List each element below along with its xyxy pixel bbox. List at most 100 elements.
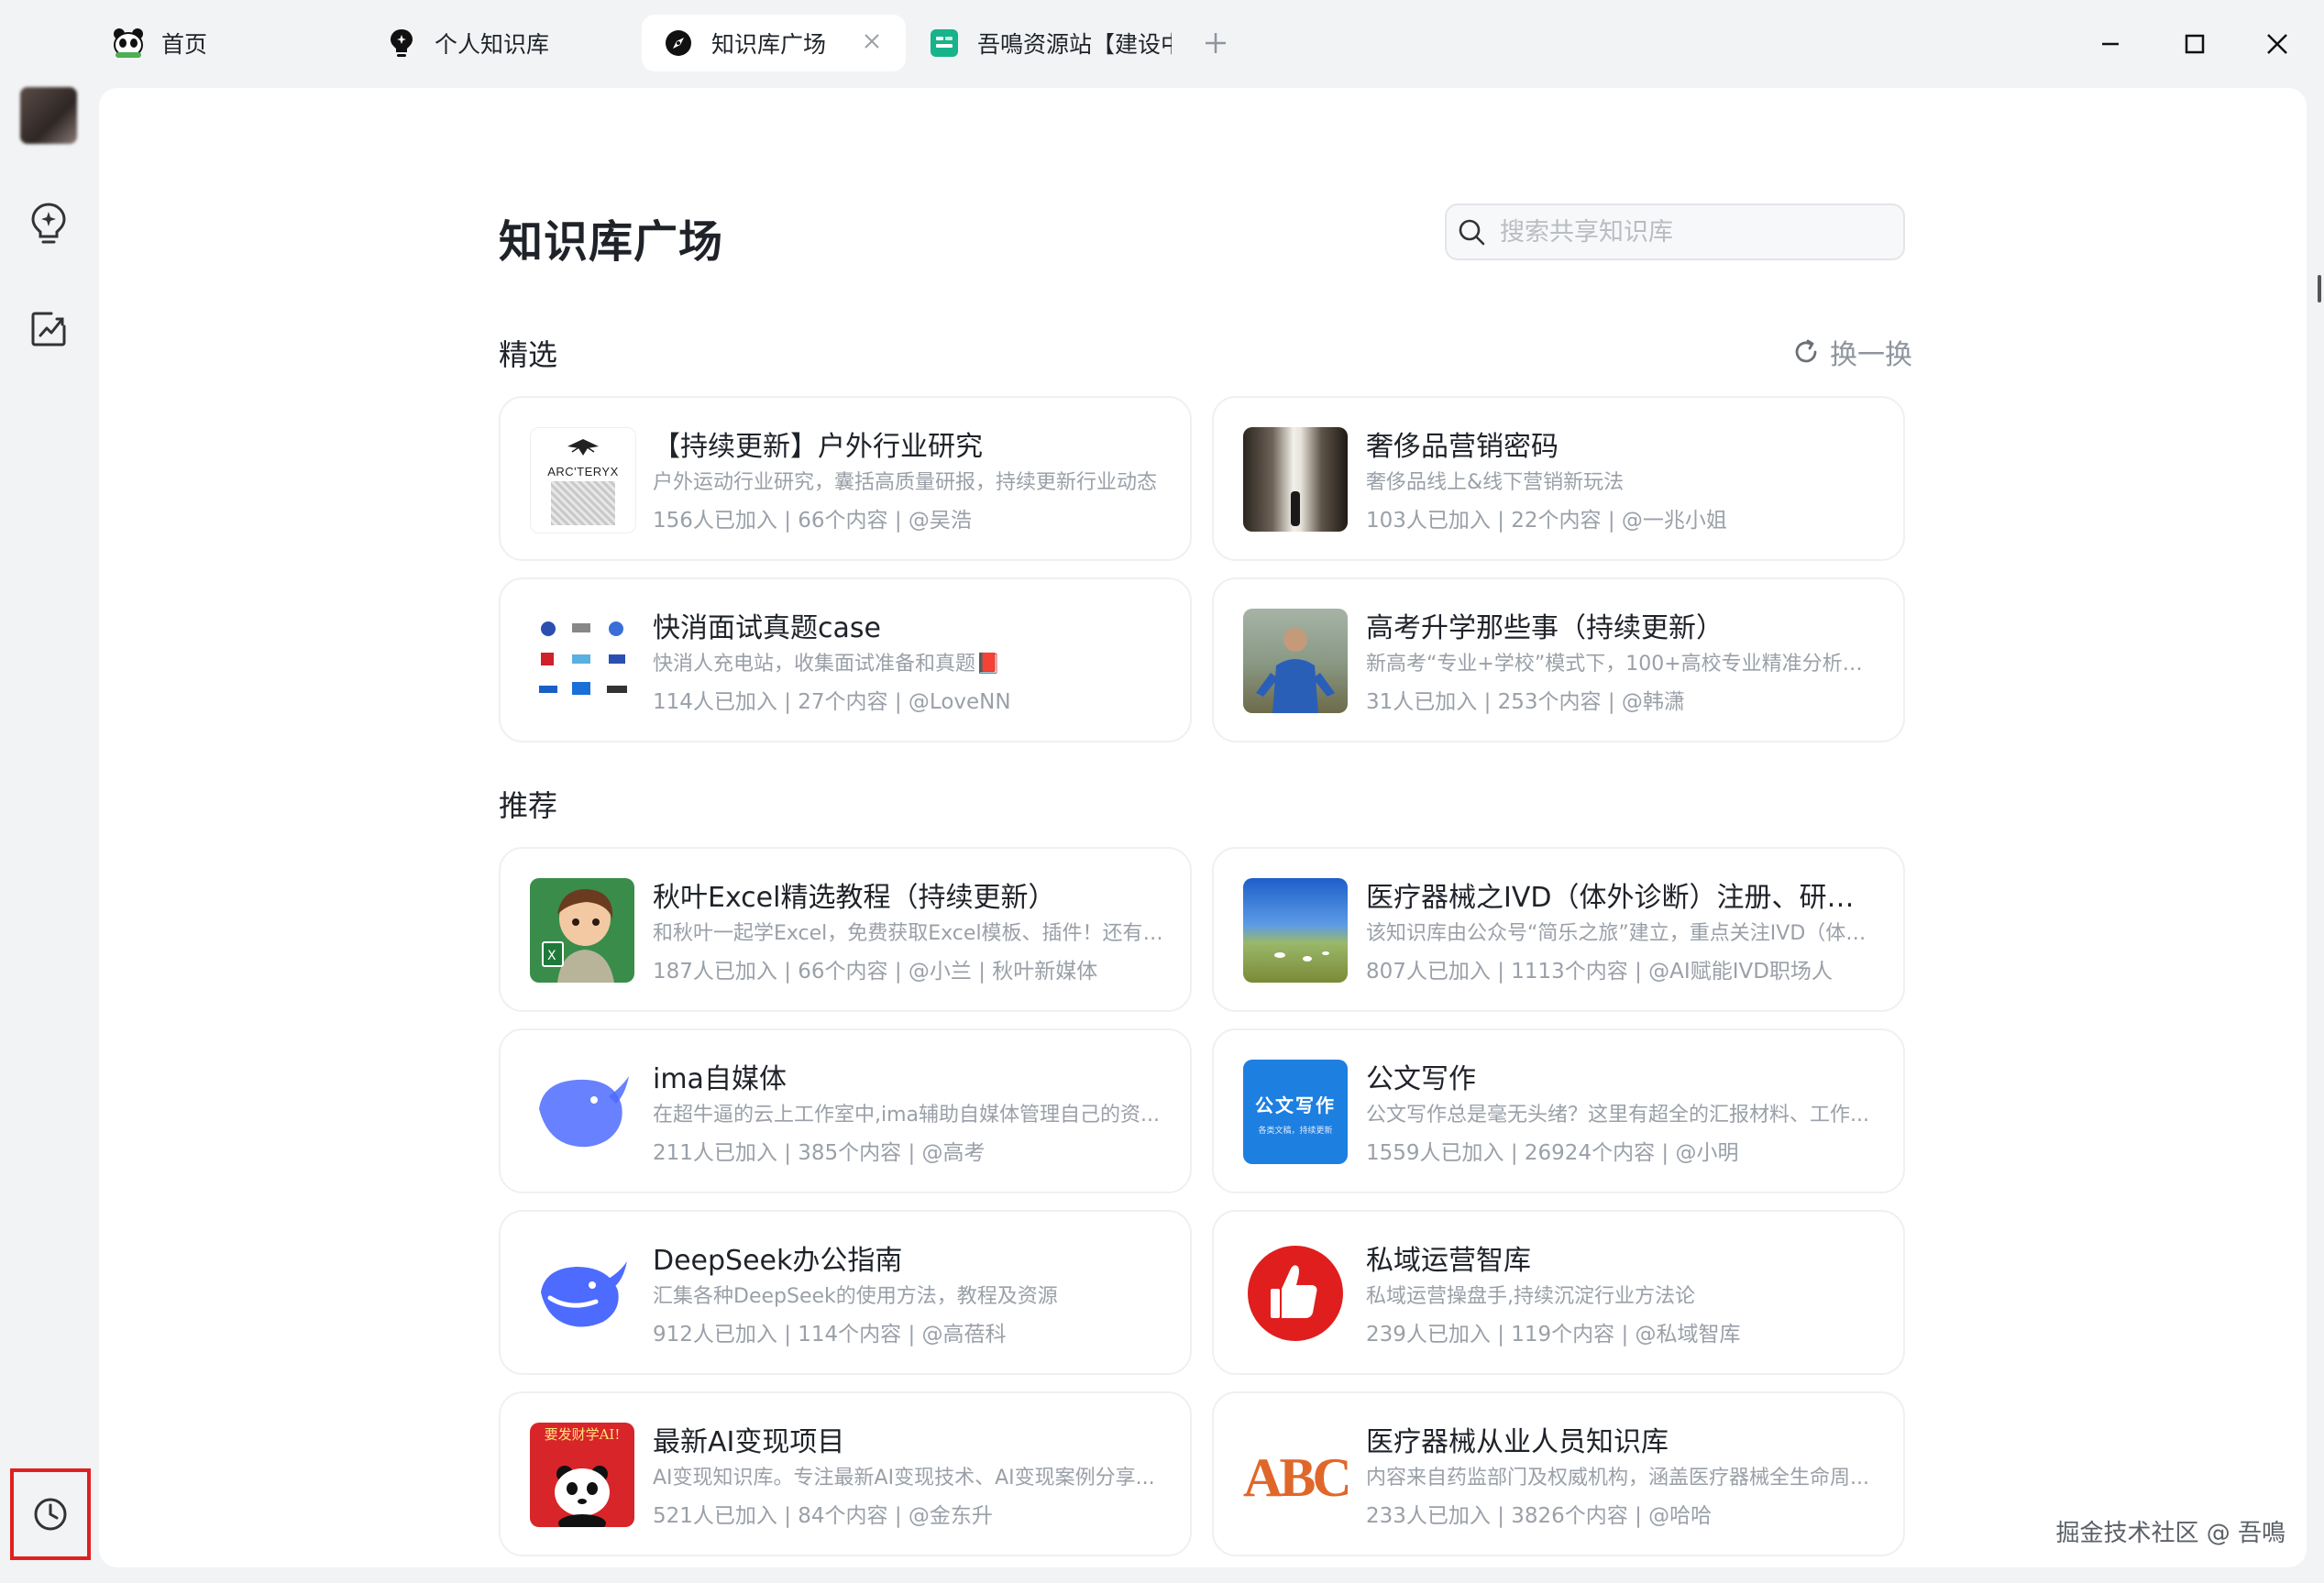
thumbs-up-icon (1248, 1246, 1343, 1341)
kb-thumbnail (530, 1241, 634, 1346)
kb-title: 公文写作 (1366, 1063, 1476, 1095)
kb-title: 【持续更新】户外行业研究 (653, 431, 983, 463)
kb-thumbnail (1243, 427, 1348, 532)
kb-meta: 187人已加入 | 66个内容 | @小兰 | 秋叶新媒体 (653, 960, 1098, 984)
minimize-button[interactable] (2090, 24, 2131, 64)
kb-thumbnail (530, 1060, 634, 1164)
plus-icon (1206, 33, 1226, 53)
search-icon (1459, 219, 1485, 246)
new-tab-button[interactable] (1197, 25, 1234, 61)
kb-thumbnail: ARC'TERYX (530, 427, 636, 533)
thumbnail-logo-subtext: 各类文稿，持续更新 (1258, 1127, 1333, 1136)
edit-chart-icon (31, 312, 66, 346)
svg-text:X: X (547, 949, 556, 963)
kb-card-medical-device-staff[interactable]: ABC 医疗器械从业人员知识库 内容来自药监部门及权威机构，涵盖医疗器械全生命周… (1212, 1391, 1905, 1556)
kb-title: 快消面试真题case (653, 612, 881, 644)
kb-card-fmcg-interview[interactable]: 快消面试真题case 快消人充电站，收集面试准备和真题📕 114人已加入 | 2… (499, 577, 1192, 742)
maximize-icon (2185, 34, 2205, 54)
kb-card-luxury-marketing[interactable]: 奢侈品营销密码 奢侈品线上&线下营销新玩法 103人已加入 | 22个内容 | … (1212, 396, 1905, 561)
kb-card-outdoor-research[interactable]: ARC'TERYX 【持续更新】户外行业研究 户外运动行业研究，囊括高质量研报，… (499, 396, 1192, 561)
maximize-button[interactable] (2175, 24, 2215, 64)
kb-meta: 912人已加入 | 114个内容 | @高蓓科 (653, 1323, 1007, 1347)
kb-thumbnail (1243, 1241, 1348, 1346)
kb-card-ima-media[interactable]: ima自媒体 在超牛逼的云上工作室中,ima辅助自媒体管理自己的资... 211… (499, 1028, 1192, 1193)
tab-home[interactable]: 首页 (92, 15, 367, 71)
kb-desc: 该知识库由公众号“简乐之旅”建立，重点关注IVD（体外... (1366, 922, 1879, 945)
kb-thumbnail: X (530, 878, 634, 983)
refresh-button[interactable]: 换一换 (1791, 334, 1912, 371)
kb-desc: 内容来自药监部门及权威机构，涵盖医疗器械全生命周... (1366, 1467, 1869, 1490)
kb-desc: 公文写作总是毫无头绪？这里有超全的汇报材料、工作... (1366, 1104, 1869, 1127)
kb-card-ivd[interactable]: 医疗器械之IVD（体外诊断）注册、研发、... 该知识库由公众号“简乐之旅”建立… (1212, 847, 1905, 1012)
kb-meta: 1559人已加入 | 26924个内容 | @小明 (1366, 1141, 1739, 1165)
kb-meta: 521人已加入 | 84个内容 | @金东升 (653, 1504, 993, 1528)
rail-knowledge-button[interactable] (22, 198, 75, 251)
kb-desc: 和秋叶一起学Excel，免费获取Excel模板、插件！还有E... (653, 922, 1166, 945)
brand-logo-text: ARC'TERYX (547, 465, 619, 478)
kb-meta: 156人已加入 | 66个内容 | @吴浩 (653, 509, 972, 533)
kb-desc: 汇集各种DeepSeek的使用方法，教程及资源 (653, 1285, 1058, 1308)
close-icon[interactable] (858, 27, 886, 55)
kb-meta: 211人已加入 | 385个内容 | @高考 (653, 1141, 986, 1165)
kb-meta: 114人已加入 | 27个内容 | @LoveNN (653, 690, 1011, 714)
kb-title: 高考升学那些事（持续更新） (1366, 612, 1724, 644)
bulb-icon (385, 27, 418, 60)
tab-label: 知识库广场 (711, 31, 827, 58)
kb-title: DeepSeek办公指南 (653, 1245, 903, 1277)
kb-card-private-domain[interactable]: 私域运营智库 私域运营操盘手,持续沉淀行业方法论 239人已加入 | 119个内… (1212, 1210, 1905, 1375)
kb-meta: 31人已加入 | 253个内容 | @韩潇 (1366, 690, 1685, 714)
kb-title: 奢侈品营销密码 (1366, 431, 1559, 463)
kb-card-official-writing[interactable]: 公文写作 各类文稿，持续更新 公文写作 公文写作总是毫无头绪？这里有超全的汇报材… (1212, 1028, 1905, 1193)
close-window-button[interactable] (2257, 24, 2297, 64)
tab-kb-square[interactable]: 知识库广场 (642, 15, 906, 71)
history-button[interactable] (10, 1468, 91, 1560)
kb-thumbnail: 要发财学AI! (530, 1423, 634, 1527)
scrollbar[interactable] (2318, 275, 2321, 302)
kb-thumbnail (1243, 878, 1348, 983)
kb-title: ima自媒体 (653, 1063, 787, 1095)
tab-label: 个人知识库 (435, 31, 550, 58)
kb-meta: 103人已加入 | 22个内容 | @一兆小姐 (1366, 509, 1727, 533)
kb-card-deepseek-guide[interactable]: DeepSeek办公指南 汇集各种DeepSeek的使用方法，教程及资源 912… (499, 1210, 1192, 1375)
kb-title: 秋叶Excel精选教程（持续更新） (653, 882, 1056, 914)
kb-desc: AI变现知识库。专注最新AI变现技术、AI变现案例分享... (653, 1467, 1155, 1490)
kb-card-ai-monetization[interactable]: 要发财学AI! 最新AI变现项目 AI变现知识库。专注最新AI变现技术、AI变现… (499, 1391, 1192, 1556)
kb-title: 医疗器械从业人员知识库 (1366, 1426, 1669, 1458)
bulb-sparkle-icon (31, 203, 66, 244)
rail-notes-button[interactable] (22, 302, 75, 356)
refresh-icon (1795, 339, 1817, 363)
close-icon (2267, 34, 2287, 54)
kb-desc: 户外运动行业研究，囊括高质量研报，持续更新行业动态 (653, 471, 1158, 494)
kb-desc: 快消人充电站，收集面试准备和真题📕 (653, 653, 1001, 676)
kb-desc: 在超牛逼的云上工作室中,ima辅助自媒体管理自己的资... (653, 1104, 1160, 1127)
clock-icon (34, 1498, 67, 1531)
watermark: 掘金技术社区 @ 吾鳴 (2055, 1520, 2285, 1547)
tab-resource-site[interactable]: 吾鳴资源站【建设中 (908, 15, 1183, 71)
kb-desc: 私域运营操盘手,持续沉淀行业方法论 (1366, 1285, 1695, 1308)
whale-icon (539, 1076, 629, 1148)
title-bar: 首页 个人知识库 知识库广场 吾鳴资源站【建设中 (0, 0, 2324, 88)
kb-title: 医疗器械之IVD（体外诊断）注册、研发、... (1366, 882, 1879, 914)
search-box[interactable] (1445, 203, 1905, 260)
avatar[interactable] (20, 87, 77, 144)
kb-meta: 807人已加入 | 1113个内容 | @AI赋能IVD职场人 (1366, 960, 1833, 984)
refresh-label: 换一换 (1830, 339, 1912, 371)
panda-icon (555, 1466, 610, 1527)
kb-meta: 233人已加入 | 3826个内容 | @哈哈 (1366, 1504, 1713, 1528)
kb-title: 最新AI变现项目 (653, 1426, 845, 1458)
minimize-icon (2102, 42, 2119, 46)
kb-desc: 新高考“专业+学校”模式下，100+高校专业精准分析！... (1366, 653, 1879, 676)
kb-meta: 239人已加入 | 119个内容 | @私域智库 (1366, 1323, 1741, 1347)
search-input[interactable] (1498, 216, 1887, 247)
kb-card-gaokao[interactable]: 高考升学那些事（持续更新） 新高考“专业+学校”模式下，100+高校专业精准分析… (1212, 577, 1905, 742)
main-panel: 知识库广场 精选 换一换 ARC'TERYX 【持续更新】户外行业研究 户外运动… (99, 88, 2307, 1567)
recommended-section-title: 推荐 (499, 788, 558, 823)
kb-card-excel-tutorial[interactable]: X 秋叶Excel精选教程（持续更新） 和秋叶一起学Excel，免费获取Exce… (499, 847, 1192, 1012)
thumbnail-logo-text: ABC (1243, 1447, 1348, 1508)
tab-personal-kb[interactable]: 个人知识库 (365, 15, 640, 71)
tab-label: 首页 (161, 31, 208, 58)
kb-thumbnail: 公文写作 各类文稿，持续更新 (1243, 1060, 1348, 1164)
kb-desc: 奢侈品线上&线下营销新玩法 (1366, 471, 1625, 494)
compass-icon (662, 27, 695, 60)
tab-label: 吾鳴资源站【建设中 (977, 31, 1172, 58)
